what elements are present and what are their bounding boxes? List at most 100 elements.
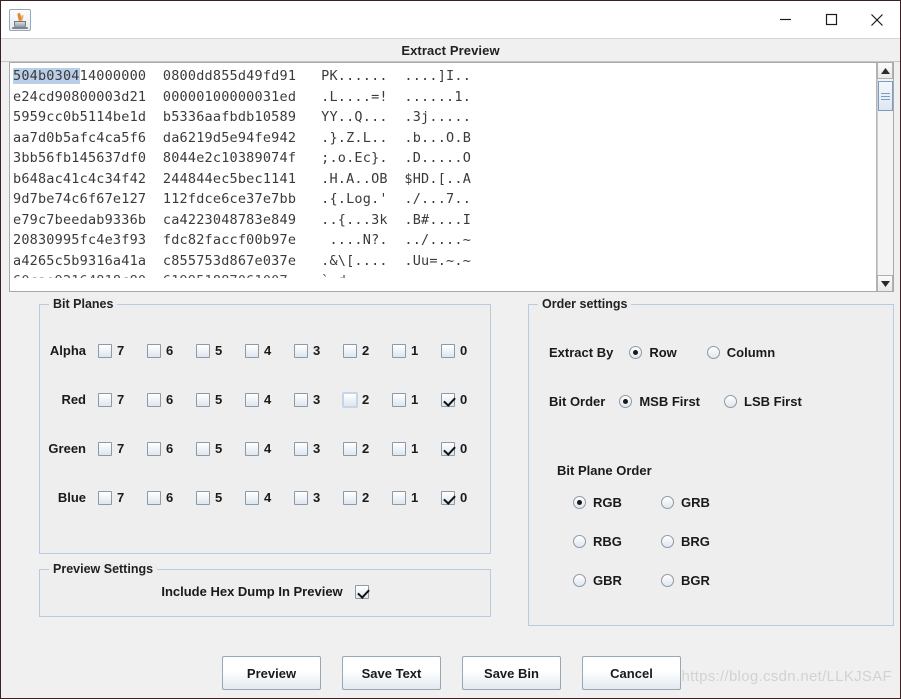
bit-plane-order-option-rbg[interactable]: RBG (573, 534, 661, 549)
bit-number-label: 7 (117, 490, 125, 505)
bit-order-lsb-label: LSB First (744, 394, 802, 409)
checkbox-red-bit-7[interactable] (98, 392, 112, 407)
checkbox-red-bit-1[interactable] (392, 392, 406, 407)
bit-plane-order-option-label: BRG (681, 534, 710, 549)
bit-number-label: 7 (117, 392, 125, 407)
bit-plane-channel-label: Green (48, 441, 86, 456)
radio-gbr[interactable] (573, 574, 586, 587)
extract-by-option-row[interactable]: Row (629, 345, 677, 360)
checkbox-red-bit-4[interactable] (245, 392, 259, 407)
checkbox-green-bit-2[interactable] (343, 441, 357, 456)
checkbox-green-bit-1[interactable] (392, 441, 406, 456)
checkbox-green-bit-3[interactable] (294, 441, 308, 456)
hex-dump-text[interactable]: 504b030414000000 0800dd855d49fd91 PK....… (10, 63, 876, 291)
bit-plane-cell: 0 (441, 490, 490, 505)
bit-plane-order-option-brg[interactable]: BRG (661, 534, 749, 549)
checkbox-blue-bit-1[interactable] (392, 490, 406, 505)
bit-plane-order-label: Bit Plane Order (557, 463, 652, 478)
dialog-button-bar: Preview Save Text Save Bin Cancel (1, 656, 900, 690)
bit-order-lsb-radio[interactable] (724, 395, 738, 408)
bit-plane-cell: 2 (343, 490, 392, 505)
maximize-button[interactable] (808, 1, 854, 38)
checkbox-blue-bit-2[interactable] (343, 490, 357, 505)
bit-plane-cell: 3 (294, 490, 343, 505)
save-bin-button[interactable]: Save Bin (462, 656, 561, 690)
checkbox-alpha-bit-7[interactable] (98, 343, 112, 358)
checkbox-alpha-bit-5[interactable] (196, 343, 210, 358)
checkbox-red-bit-0[interactable] (441, 392, 455, 407)
cancel-button[interactable]: Cancel (582, 656, 681, 690)
scroll-down-arrow-icon[interactable] (877, 275, 893, 291)
bit-plane-row-red: Red 7 6 5 4 3 2 1 0 (40, 391, 490, 408)
include-hex-dump-label: Include Hex Dump In Preview (161, 584, 343, 599)
bit-number-label: 1 (411, 343, 419, 358)
preview-button[interactable]: Preview (222, 656, 321, 690)
checkbox-red-bit-3[interactable] (294, 392, 308, 407)
checkbox-alpha-bit-3[interactable] (294, 343, 308, 358)
bit-plane-cell: 0 (441, 343, 490, 358)
checkbox-red-bit-6[interactable] (147, 392, 161, 407)
bit-planes-legend: Bit Planes (49, 297, 118, 311)
bit-plane-cell: 6 (147, 490, 196, 505)
extract-by-row-label: Row (649, 345, 677, 360)
radio-grb[interactable] (661, 496, 674, 509)
extract-by-column-radio[interactable] (706, 346, 720, 359)
bit-plane-order-option-label: RGB (593, 495, 622, 510)
checkbox-alpha-bit-4[interactable] (245, 343, 259, 358)
checkbox-blue-bit-5[interactable] (196, 490, 210, 505)
checkbox-alpha-bit-2[interactable] (343, 343, 357, 358)
checkbox-blue-bit-0[interactable] (441, 490, 455, 505)
extract-by-row-radio[interactable] (629, 346, 643, 359)
close-button[interactable] (854, 1, 900, 38)
bit-order-msb-radio[interactable] (619, 395, 633, 408)
checkbox-alpha-bit-1[interactable] (392, 343, 406, 358)
minimize-button[interactable] (762, 1, 808, 38)
checkbox-red-bit-5[interactable] (196, 392, 210, 407)
checkbox-alpha-bit-0[interactable] (441, 343, 455, 358)
order-settings-legend: Order settings (538, 297, 632, 311)
steam-right (20, 14, 24, 21)
bit-plane-order-option-rgb[interactable]: RGB (573, 495, 661, 510)
checkbox-blue-bit-4[interactable] (245, 490, 259, 505)
bit-plane-order-option-label: GRB (681, 495, 710, 510)
radio-bgr[interactable] (661, 574, 674, 587)
bit-order-option-msb[interactable]: MSB First (619, 394, 700, 409)
checkbox-red-bit-2[interactable] (342, 391, 358, 408)
bit-plane-order-option-grb[interactable]: GRB (661, 495, 749, 510)
bit-plane-channel-label: Blue (57, 490, 86, 505)
checkbox-blue-bit-7[interactable] (98, 490, 112, 505)
checkbox-green-bit-4[interactable] (245, 441, 259, 456)
java-coffee-cup-icon (9, 8, 31, 31)
bit-plane-checkbox-group: 7 6 5 4 3 2 1 0 (98, 490, 490, 505)
bit-order-option-lsb[interactable]: LSB First (724, 394, 802, 409)
bit-plane-order-option-bgr[interactable]: BGR (661, 573, 749, 588)
checkbox-green-bit-6[interactable] (147, 441, 161, 456)
scroll-up-arrow-icon[interactable] (877, 63, 893, 79)
save-text-button[interactable]: Save Text (342, 656, 441, 690)
bit-plane-cell: 7 (98, 392, 147, 407)
radio-brg[interactable] (661, 535, 674, 548)
bit-plane-channel-label: Alpha (49, 343, 86, 358)
radio-rbg[interactable] (573, 535, 586, 548)
bit-plane-order-option-gbr[interactable]: GBR (573, 573, 661, 588)
hex-dump-line: 3bb56fb145637df0 8044e2c10389074f ;.o.Ec… (13, 150, 472, 166)
extract-by-option-column[interactable]: Column (706, 345, 775, 360)
scrollbar-thumb[interactable] (878, 81, 893, 111)
include-hex-dump-checkbox[interactable] (354, 584, 369, 599)
checkbox-blue-bit-3[interactable] (294, 490, 308, 505)
checkbox-green-bit-7[interactable] (98, 441, 112, 456)
hex-dump-line: 504b030414000000 0800dd855d49fd91 PK....… (13, 68, 472, 84)
bit-number-label: 6 (166, 343, 174, 358)
radio-rgb[interactable] (573, 496, 586, 509)
extract-preview-window: Extract Preview 504b030414000000 0800dd8… (0, 0, 901, 699)
checkbox-green-bit-0[interactable] (441, 441, 455, 456)
bit-number-label: 7 (117, 441, 125, 456)
preview-vertical-scrollbar[interactable] (876, 63, 893, 291)
checkbox-alpha-bit-6[interactable] (147, 343, 161, 358)
bit-order-msb-label: MSB First (639, 394, 701, 409)
hex-preview-panel: 504b030414000000 0800dd855d49fd91 PK....… (9, 62, 894, 292)
bit-number-label: 6 (166, 392, 174, 407)
checkbox-green-bit-5[interactable] (196, 441, 210, 456)
extract-by-row: Extract By Row Column (549, 345, 775, 360)
checkbox-blue-bit-6[interactable] (147, 490, 161, 505)
